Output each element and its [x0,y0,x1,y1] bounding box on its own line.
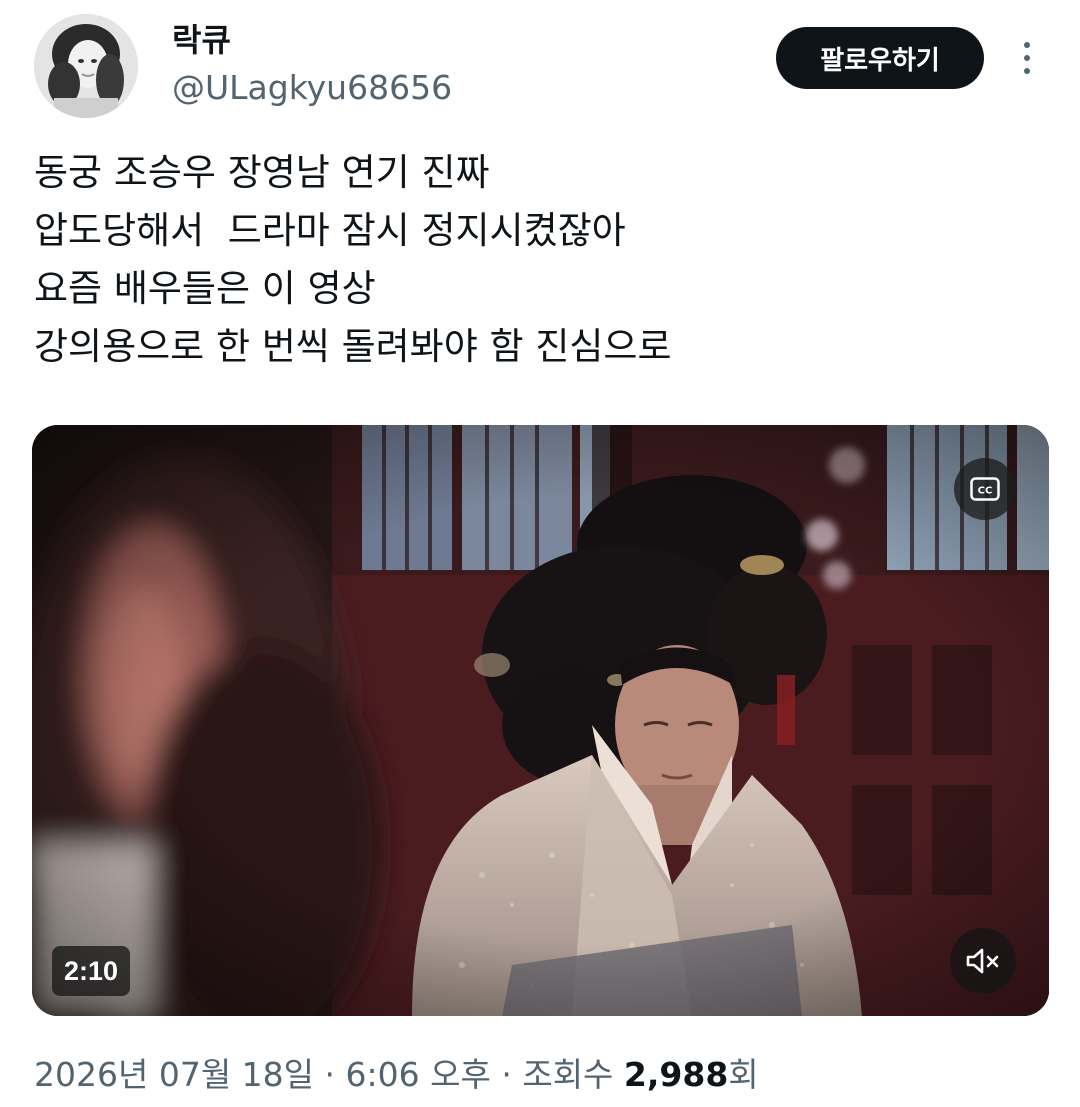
cc-label: CC [978,486,993,497]
tweet-line: 요즘 배우들은 이 영상 [34,267,376,310]
closed-captions-icon: CC [970,477,1000,501]
more-dot [1024,42,1030,48]
follow-button[interactable]: 팔로우하기 [776,27,984,89]
video-frame [32,425,1049,1016]
author-display-name[interactable]: 락큐 [172,18,231,62]
closed-captions-button[interactable]: CC [954,458,1016,520]
author-handle[interactable]: @ULagkyu68656 [172,66,452,110]
meta-separator: · [490,1055,523,1094]
tweet-time[interactable]: 6:06 오후 [346,1055,491,1094]
tweet-line: 압도당해서 드라마 잠시 정지시켰잖아 [34,209,626,252]
video-player[interactable]: CC 2:10 [32,425,1049,1016]
meta-separator: · [314,1055,346,1094]
views-count: 2,988 [623,1055,729,1094]
views-suffix: 회 [728,1055,759,1094]
tweet-meta: 2026년 07월 18일 · 6:06 오후 · 조회수 2,988회 [34,1050,759,1100]
video-duration: 2:10 [52,946,131,996]
mute-toggle-button[interactable] [950,928,1016,994]
tweet-text: 동궁 조승우 장영남 연기 진짜 압도당해서 드라마 잠시 정지시켰잖아 요즘 … [34,144,1034,376]
more-dot [1024,55,1030,61]
views-label: 조회수 [522,1055,624,1094]
tweet-date[interactable]: 2026년 07월 18일 [34,1055,314,1094]
more-menu-icon[interactable] [1012,36,1042,80]
avatar-image [34,14,138,118]
tweet-line: 강의용으로 한 번씩 돌려봐야 함 진심으로 [34,325,672,368]
volume-muted-icon [966,948,999,974]
avatar[interactable] [34,14,138,118]
tweet-line: 동궁 조승우 장영남 연기 진짜 [34,151,490,194]
more-dot [1024,68,1030,74]
